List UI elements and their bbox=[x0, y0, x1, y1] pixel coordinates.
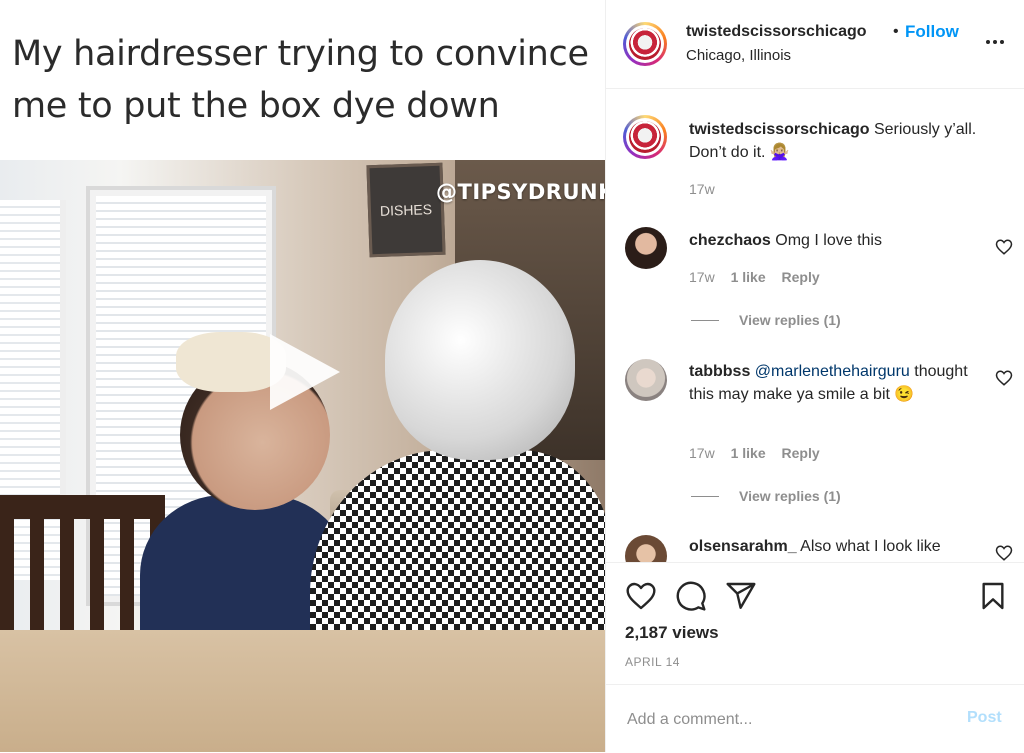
heart-outline-icon bbox=[995, 370, 1013, 386]
post-date[interactable]: APRIL 14 bbox=[625, 655, 680, 669]
author-username[interactable]: twistedscissorschicago bbox=[686, 23, 867, 41]
comment-like-button[interactable] bbox=[995, 544, 1013, 562]
comment-like-button[interactable] bbox=[995, 369, 1013, 387]
heart-outline-icon bbox=[995, 239, 1013, 255]
comment-text: Also what I look like bbox=[800, 538, 941, 555]
author-logo-icon bbox=[629, 28, 661, 60]
more-options-button[interactable] bbox=[983, 30, 1007, 54]
meme-caption-text: My hairdresser trying to convince me to … bbox=[12, 34, 589, 126]
comment-username[interactable]: tabbbss bbox=[689, 363, 750, 380]
view-count[interactable]: 2,187 views bbox=[625, 623, 719, 643]
comment-button[interactable] bbox=[675, 580, 707, 612]
caption-author-avatar[interactable] bbox=[623, 115, 667, 159]
follow-button[interactable]: Follow bbox=[905, 22, 959, 42]
caption-author-logo-icon bbox=[629, 121, 661, 153]
comment-like-button[interactable] bbox=[995, 238, 1013, 256]
post-media[interactable]: My hairdresser trying to convince me to … bbox=[0, 0, 605, 752]
caption-comment-time[interactable]: 17w bbox=[689, 181, 715, 197]
bookmark-icon bbox=[982, 582, 1004, 610]
comment-username[interactable]: chezchaos bbox=[689, 232, 771, 249]
video-scene-table bbox=[0, 630, 605, 752]
author-avatar[interactable] bbox=[623, 22, 667, 66]
save-button[interactable] bbox=[977, 580, 1009, 612]
comment-mention[interactable]: @marlenethehairguru bbox=[755, 363, 910, 380]
comment-meta: 17w 1 like Reply bbox=[689, 269, 832, 285]
comment-body: olsensarahm_ Also what I look like bbox=[689, 535, 989, 558]
like-button[interactable] bbox=[625, 580, 657, 612]
replies-divider bbox=[691, 320, 719, 321]
comment-time[interactable]: 17w bbox=[689, 269, 715, 285]
view-replies-button[interactable]: View replies (1) bbox=[739, 488, 841, 504]
view-replies-button[interactable]: View replies (1) bbox=[739, 312, 841, 328]
comment-icon bbox=[676, 581, 706, 611]
heart-icon bbox=[626, 582, 656, 610]
play-button[interactable] bbox=[262, 330, 346, 414]
meme-caption-area: My hairdresser trying to convince me to … bbox=[0, 0, 605, 160]
commenter-avatar[interactable] bbox=[625, 227, 667, 269]
share-button[interactable] bbox=[725, 580, 757, 612]
comment-body: tabbbss @marlenethehairguru thought this… bbox=[689, 360, 979, 406]
post-location[interactable]: Chicago, Illinois bbox=[686, 47, 791, 64]
video-player[interactable]: DISHES @TIPSYDRUNK bbox=[0, 160, 605, 752]
add-comment-bar: Post bbox=[606, 684, 1024, 753]
comment-time[interactable]: 17w bbox=[689, 445, 715, 461]
post-comment-button[interactable]: Post bbox=[967, 709, 1002, 727]
caption-comment-meta: 17w bbox=[689, 181, 727, 197]
video-scene-gray-hair bbox=[385, 260, 575, 460]
video-watermark: @TIPSYDRUNK bbox=[436, 180, 605, 204]
commenter-avatar[interactable] bbox=[625, 359, 667, 401]
comment-likes[interactable]: 1 like bbox=[731, 445, 766, 461]
comment-reply-button[interactable]: Reply bbox=[782, 269, 820, 285]
comment-reply-button[interactable]: Reply bbox=[782, 445, 820, 461]
caption-comment-username[interactable]: twistedscissorschicago bbox=[689, 121, 870, 138]
comment-input[interactable] bbox=[625, 705, 949, 735]
comment-body: chezchaos Omg I love this bbox=[689, 229, 979, 252]
more-options-icon bbox=[986, 40, 1004, 44]
video-scene-sign: DISHES bbox=[366, 162, 446, 258]
comment-likes[interactable]: 1 like bbox=[731, 269, 766, 285]
play-icon bbox=[270, 334, 340, 410]
header-separator: • bbox=[893, 23, 899, 40]
share-icon bbox=[726, 582, 756, 609]
comment-username[interactable]: olsensarahm_ bbox=[689, 538, 797, 555]
comments-list[interactable]: twistedscissorschicago Seriously y’all. … bbox=[606, 89, 1024, 562]
caption-comment-body: twistedscissorschicago Seriously y’all. … bbox=[689, 118, 1009, 164]
heart-outline-icon bbox=[995, 545, 1013, 561]
post-side-panel: twistedscissorschicago • Follow Chicago,… bbox=[605, 0, 1024, 752]
comment-meta: 17w 1 like Reply bbox=[689, 445, 832, 461]
post-header: twistedscissorschicago • Follow Chicago,… bbox=[606, 0, 1024, 89]
replies-divider bbox=[691, 496, 719, 497]
comment-text: Omg I love this bbox=[775, 232, 882, 249]
post-actions: 2,187 views APRIL 14 bbox=[606, 562, 1024, 685]
commenter-avatar[interactable] bbox=[625, 535, 667, 562]
